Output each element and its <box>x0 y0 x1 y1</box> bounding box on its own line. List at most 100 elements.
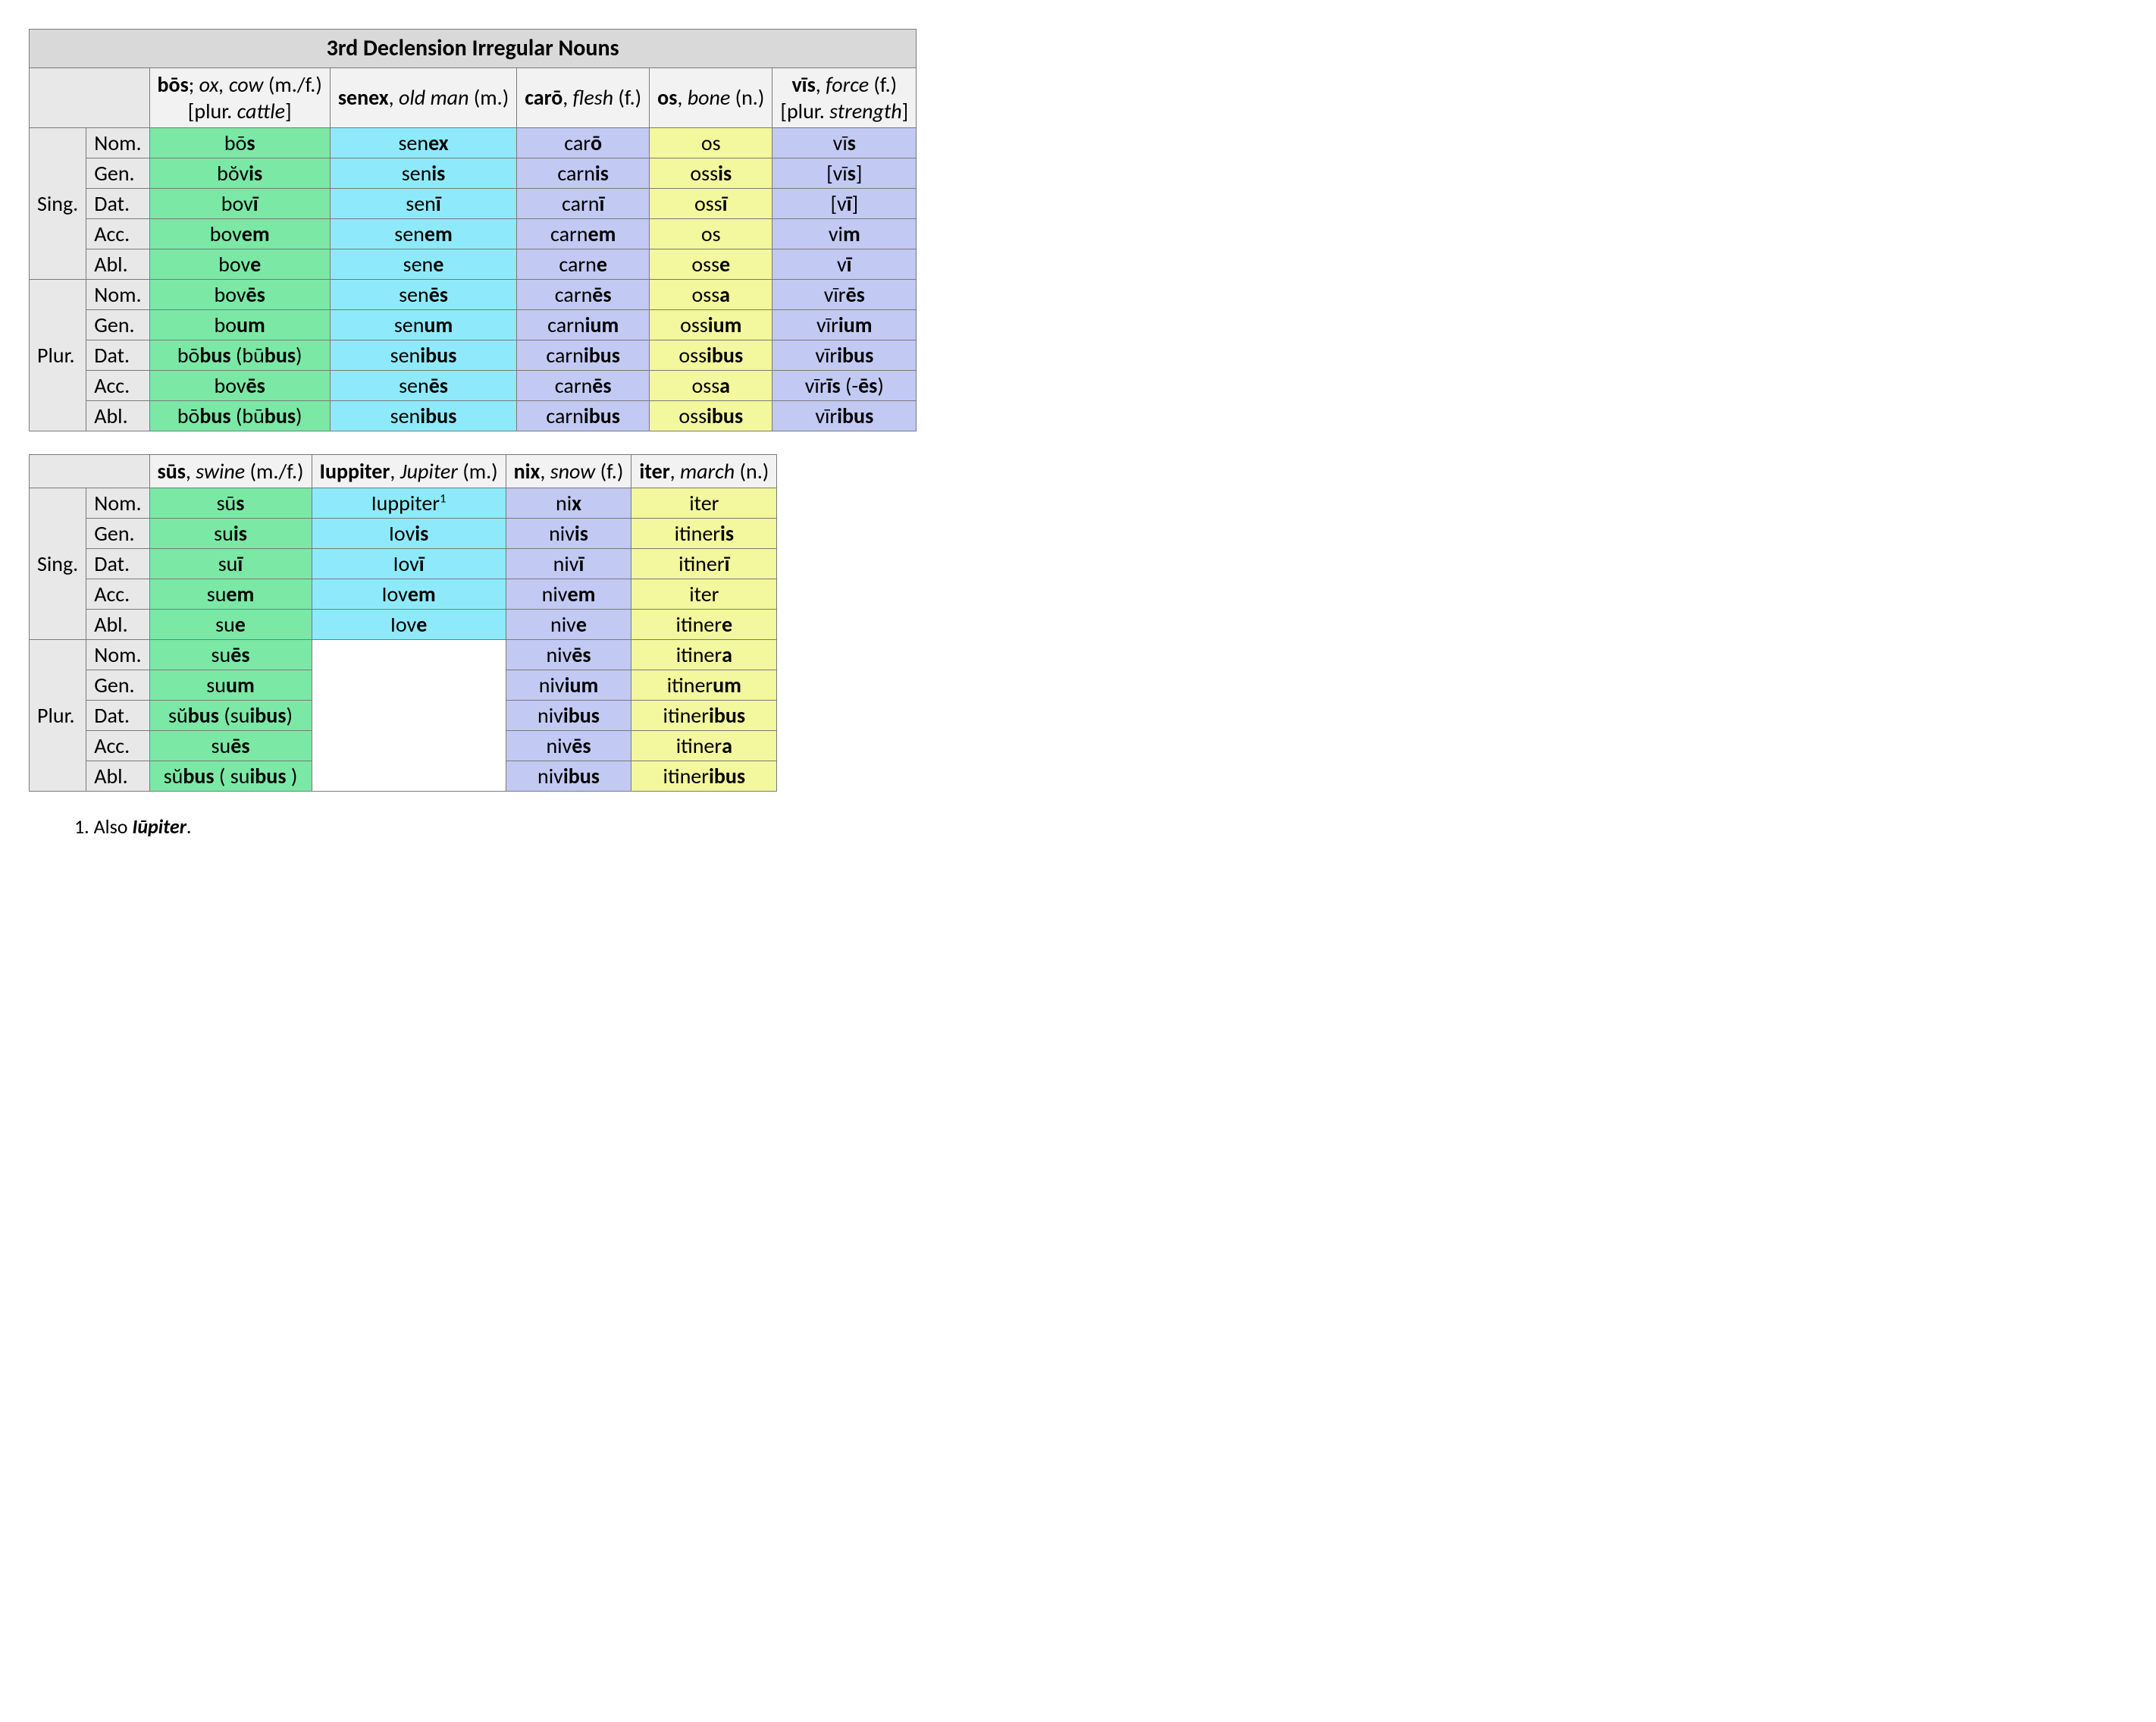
form-cell: iter <box>631 579 777 609</box>
case-label: Abl. <box>86 761 149 791</box>
form-cell: Iovem <box>312 579 506 609</box>
form-cell: nivibus <box>506 761 631 791</box>
case-label: Dat. <box>86 188 149 218</box>
form-cell: ossibus <box>650 400 772 431</box>
number-label: Plur. <box>30 639 86 791</box>
form-cell: senī <box>330 188 516 218</box>
case-label: Nom. <box>86 127 149 158</box>
form-cell: itineris <box>631 518 777 548</box>
form-cell: nix <box>506 488 631 518</box>
form-cell: Iove <box>312 609 506 639</box>
form-cell: senis <box>330 158 516 188</box>
number-label: Sing. <box>30 488 86 639</box>
form-cell: bovēs <box>149 279 330 309</box>
form-cell: os <box>650 127 772 158</box>
form-cell: senibus <box>330 340 516 370</box>
case-label: Acc. <box>86 579 149 609</box>
form-cell: carnī <box>517 188 650 218</box>
form-cell: senem <box>330 218 516 249</box>
form-cell: osse <box>650 249 772 279</box>
form-cell: carō <box>517 127 650 158</box>
case-label: Nom. <box>86 279 149 309</box>
empty-cell <box>312 639 506 791</box>
form-cell: ossibus <box>650 340 772 370</box>
form-cell: carnibus <box>517 400 650 431</box>
form-cell: os <box>650 218 772 249</box>
form-cell: ossī <box>650 188 772 218</box>
column-header: nix, snow (f.) <box>506 454 631 488</box>
form-cell: ossa <box>650 370 772 400</box>
form-cell: nivī <box>506 548 631 579</box>
form-cell: senēs <box>330 279 516 309</box>
form-cell: itineribus <box>631 761 777 791</box>
form-cell: sŭbus ( suibus ) <box>149 761 312 791</box>
column-header: sūs, swine (m./f.) <box>149 454 312 488</box>
form-cell: itinerī <box>631 548 777 579</box>
case-label: Gen. <box>86 309 149 340</box>
footnote: 1. Also Iūpiter. <box>29 814 2127 839</box>
form-cell: bōbus (būbus) <box>149 400 330 431</box>
case-label: Abl. <box>86 609 149 639</box>
form-cell: suem <box>149 579 312 609</box>
form-cell: nivibus <box>506 700 631 730</box>
form-cell: bōbus (būbus) <box>149 340 330 370</box>
form-cell: carnēs <box>517 370 650 400</box>
case-label: Abl. <box>86 249 149 279</box>
form-cell: sue <box>149 609 312 639</box>
form-cell: itinera <box>631 639 777 670</box>
case-label: Acc. <box>86 370 149 400</box>
form-cell: suēs <box>149 639 312 670</box>
declension-table: 3rd Declension Irregular Nounsbōs; ox, c… <box>29 29 917 431</box>
form-cell: bovem <box>149 218 330 249</box>
corner-cell <box>30 67 150 127</box>
number-label: Sing. <box>30 127 86 279</box>
column-header: vīs, force (f.)[plur. strength] <box>772 67 917 127</box>
case-label: Gen. <box>86 518 149 548</box>
corner-cell <box>30 454 150 488</box>
form-cell: bōs <box>149 127 330 158</box>
form-cell: vīrīs (-ēs) <box>772 370 917 400</box>
column-header: carō, flesh (f.) <box>517 67 650 127</box>
form-cell: itinera <box>631 730 777 761</box>
form-cell: [vīs] <box>772 158 917 188</box>
column-header: Iuppiter, Jupiter (m.) <box>312 454 506 488</box>
form-cell: carnēs <box>517 279 650 309</box>
form-cell: vīs <box>772 127 917 158</box>
form-cell: nivis <box>506 518 631 548</box>
form-cell: sŭbus (suibus) <box>149 700 312 730</box>
form-cell: vīrium <box>772 309 917 340</box>
case-label: Abl. <box>86 400 149 431</box>
form-cell: vīribus <box>772 400 917 431</box>
form-cell: [vī] <box>772 188 917 218</box>
form-cell: nive <box>506 609 631 639</box>
declension-table: sūs, swine (m./f.)Iuppiter, Jupiter (m.)… <box>29 454 777 792</box>
form-cell: carnis <box>517 158 650 188</box>
case-label: Acc. <box>86 730 149 761</box>
form-cell: bovēs <box>149 370 330 400</box>
form-cell: iter <box>631 488 777 518</box>
form-cell: Iovis <box>312 518 506 548</box>
number-label: Plur. <box>30 279 86 431</box>
form-cell: itinere <box>631 609 777 639</box>
form-cell: bŏvis <box>149 158 330 188</box>
form-cell: bove <box>149 249 330 279</box>
form-cell: itinerum <box>631 670 777 700</box>
column-header: os, bone (n.) <box>650 67 772 127</box>
column-header: iter, march (n.) <box>631 454 777 488</box>
form-cell: Iuppiter1 <box>312 488 506 518</box>
form-cell: itineribus <box>631 700 777 730</box>
form-cell: ossa <box>650 279 772 309</box>
case-label: Gen. <box>86 158 149 188</box>
form-cell: vīribus <box>772 340 917 370</box>
case-label: Dat. <box>86 340 149 370</box>
form-cell: sene <box>330 249 516 279</box>
form-cell: nivēs <box>506 639 631 670</box>
column-header: bōs; ox, cow (m./f.)[plur. cattle] <box>149 67 330 127</box>
form-cell: carnium <box>517 309 650 340</box>
form-cell: carnibus <box>517 340 650 370</box>
form-cell: suī <box>149 548 312 579</box>
form-cell: sūs <box>149 488 312 518</box>
form-cell: vīrēs <box>772 279 917 309</box>
form-cell: senēs <box>330 370 516 400</box>
form-cell: senex <box>330 127 516 158</box>
